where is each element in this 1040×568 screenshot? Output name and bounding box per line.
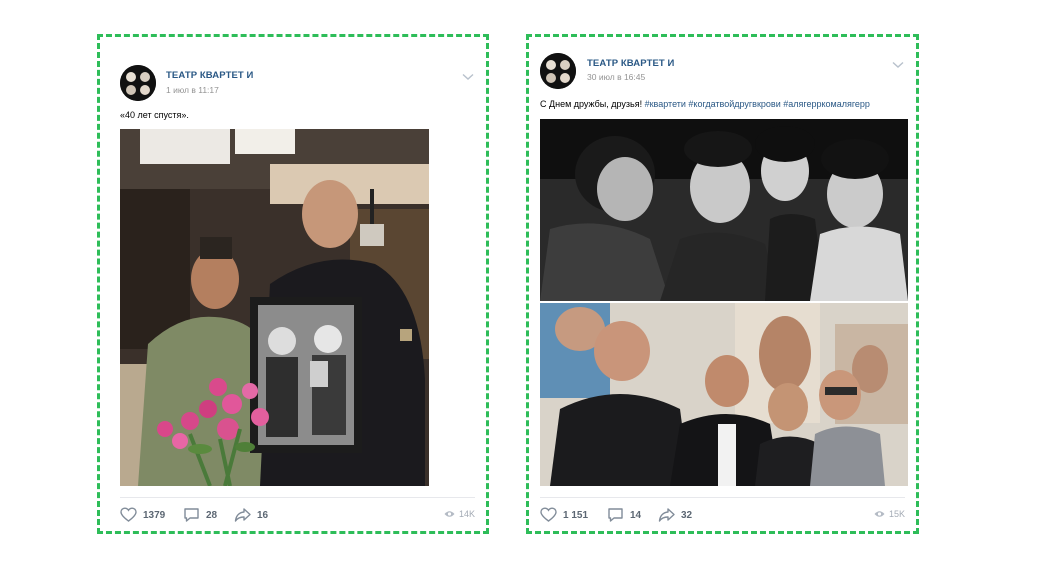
- post-text: «40 лет спустя».: [120, 110, 189, 120]
- comment-button[interactable]: 14: [607, 507, 641, 523]
- share-icon: [234, 508, 251, 522]
- heart-icon: [120, 507, 137, 522]
- post-actions: 1379 28 16 14K: [120, 505, 475, 527]
- avatar-image: [120, 65, 156, 101]
- post-photo[interactable]: [540, 119, 908, 486]
- like-button[interactable]: 1 151: [540, 507, 588, 523]
- comment-button[interactable]: 28: [183, 507, 217, 523]
- post-text-body: «40 лет спустя».: [120, 110, 189, 120]
- chevron-down-icon[interactable]: [462, 73, 474, 81]
- divider: [120, 497, 475, 498]
- avatar[interactable]: [540, 53, 576, 89]
- share-button[interactable]: 32: [658, 507, 692, 523]
- chevron-down-icon[interactable]: [892, 61, 904, 69]
- comment-count: 14: [630, 509, 642, 521]
- share-count: 32: [681, 509, 693, 521]
- post-author-link[interactable]: ТЕАТР КВАРТЕТ И: [587, 58, 674, 69]
- share-button[interactable]: 16: [234, 507, 268, 523]
- comment-icon: [608, 508, 623, 522]
- share-icon: [658, 508, 675, 522]
- comment-count: 28: [206, 509, 218, 521]
- post-photo[interactable]: [120, 129, 429, 486]
- like-count: 1 151: [563, 509, 589, 521]
- like-count: 1379: [143, 509, 166, 521]
- avatar-image: [540, 53, 576, 89]
- photo-two-men-with-portrait: [120, 129, 429, 486]
- post-date[interactable]: 1 июл в 11:17: [166, 85, 219, 95]
- eye-icon: [874, 511, 885, 517]
- views-counter: 15K: [874, 509, 905, 519]
- views-count: 14K: [458, 509, 475, 519]
- heart-icon: [540, 507, 557, 522]
- post-text-body: С Днем дружбы, друзья!: [540, 99, 645, 109]
- post-hashtags[interactable]: #квартети #когдатвойдругвкрови #алягеррк…: [645, 99, 870, 109]
- views-count: 15K: [888, 509, 905, 519]
- photo-collage-friends: [540, 119, 908, 486]
- comment-icon: [184, 508, 199, 522]
- share-count: 16: [257, 509, 269, 521]
- post-text: С Днем дружбы, друзья! #квартети #когдат…: [540, 99, 870, 109]
- eye-icon: [444, 511, 455, 517]
- post-card: ТЕАТР КВАРТЕТ И 30 июл в 16:45 С Днем др…: [526, 34, 919, 534]
- avatar[interactable]: [120, 65, 156, 101]
- post-card: ТЕАТР КВАРТЕТ И 1 июл в 11:17 «40 лет сп…: [97, 34, 489, 534]
- like-button[interactable]: 1379: [120, 507, 165, 523]
- post-author-link[interactable]: ТЕАТР КВАРТЕТ И: [166, 70, 253, 81]
- post-actions: 1 151 14 32 15K: [540, 505, 905, 527]
- post-date[interactable]: 30 июл в 16:45: [587, 72, 645, 82]
- divider: [540, 497, 905, 498]
- views-counter: 14K: [444, 509, 475, 519]
